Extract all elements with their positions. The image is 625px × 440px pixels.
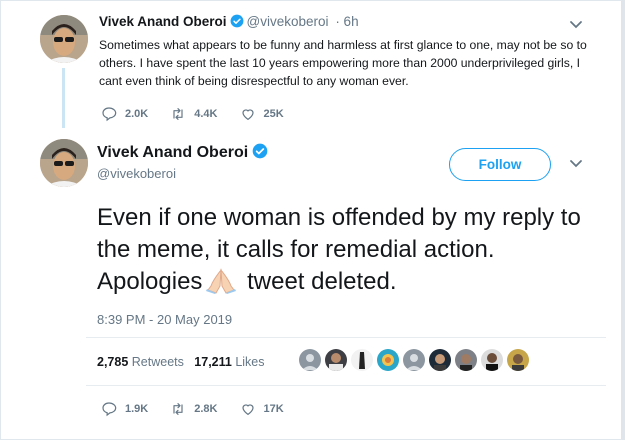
retweet-button[interactable]: 4.4K [170,106,218,122]
avatar[interactable] [40,139,88,187]
liker-avatar[interactable] [507,349,529,371]
author-name[interactable]: Vivek Anand Oberoi [99,14,227,29]
like-count: 17K [263,403,284,415]
like-label: Likes [235,355,265,369]
reply-tweet-actions: 2.0K 4.4K 25K [101,106,306,122]
author-handle[interactable]: @vivekoberoi [97,166,176,181]
author-name-text: Vivek Anand Oberoi [97,144,249,161]
retweet-label: Retweets [131,355,184,369]
profile-photo [40,15,88,63]
like-total: 17,211 [194,355,232,369]
liker-avatar[interactable] [403,349,425,371]
like-button[interactable]: 17K [240,401,284,417]
person-photo-icon [382,354,394,366]
main-tweet-text: Even if one woman is offended by my repl… [97,202,597,298]
likes-stat[interactable]: 17,211 Likes [194,355,264,369]
divider [86,337,606,338]
chevron-down-icon[interactable] [569,20,583,30]
liker-avatar[interactable] [429,349,451,371]
retweet-icon [173,403,183,415]
liker-avatar[interactable] [325,349,347,371]
liker-avatar[interactable] [299,349,321,371]
liker-avatars [299,349,533,371]
reply-tweet-header: Vivek Anand Oberoi @vivekoberoi · 6h [99,14,359,29]
profile-photo [40,139,88,187]
liker-avatar[interactable] [351,349,373,371]
thread-connector-line [62,68,65,128]
main-tweet-actions: 1.9K 2.8K 17K [101,401,306,417]
retweet-total: 2,785 [97,355,129,369]
engagement-stats: 2,785 Retweets 17,211 Likes [97,355,265,369]
liker-avatar[interactable] [481,349,503,371]
retweet-count: 2.8K [194,403,218,415]
verified-badge-icon [230,14,243,28]
tweet-timestamp[interactable]: 8:39 PM - 20 May 2019 [97,312,232,327]
folded-hands-emoji [206,268,237,294]
person-photo-icon [486,353,498,371]
person-photo-icon [512,354,524,371]
like-button[interactable]: 25K [240,106,284,122]
divider [86,385,606,386]
tweet-time[interactable]: · 6h [335,14,358,29]
liker-avatar[interactable] [455,349,477,371]
liker-avatar[interactable] [377,349,399,371]
reply-tweet-text: Sometimes what appears to be funny and h… [99,38,587,88]
reply-button[interactable]: 2.0K [101,106,148,122]
follow-button[interactable]: Follow [449,148,551,181]
reply-count: 2.0K [125,108,149,120]
person-photo-icon [329,353,343,371]
retweets-stat[interactable]: 2,785 Retweets [97,355,184,369]
retweet-icon [173,108,183,120]
person-photo-icon [460,354,472,371]
author-name[interactable]: Vivek Anand Oberoi [97,143,268,162]
chevron-down-icon[interactable] [569,159,583,169]
person-photo-icon [359,352,365,369]
heart-icon [241,404,254,415]
author-handle[interactable]: @vivekoberoi [247,14,329,29]
retweet-button[interactable]: 2.8K [170,401,218,417]
retweet-count: 4.4K [194,108,218,120]
person-photo-icon [434,354,446,371]
reply-icon [102,107,117,122]
reply-icon [102,402,117,417]
reply-button[interactable]: 1.9K [101,401,148,417]
person-icon [302,354,318,370]
reply-count: 1.9K [125,403,149,415]
heart-icon [241,109,254,120]
person-icon [406,354,422,370]
verified-badge-icon [252,143,268,159]
like-count: 25K [263,108,284,120]
tweet-text-part: tweet deleted. [240,268,397,295]
avatar[interactable] [40,15,88,63]
